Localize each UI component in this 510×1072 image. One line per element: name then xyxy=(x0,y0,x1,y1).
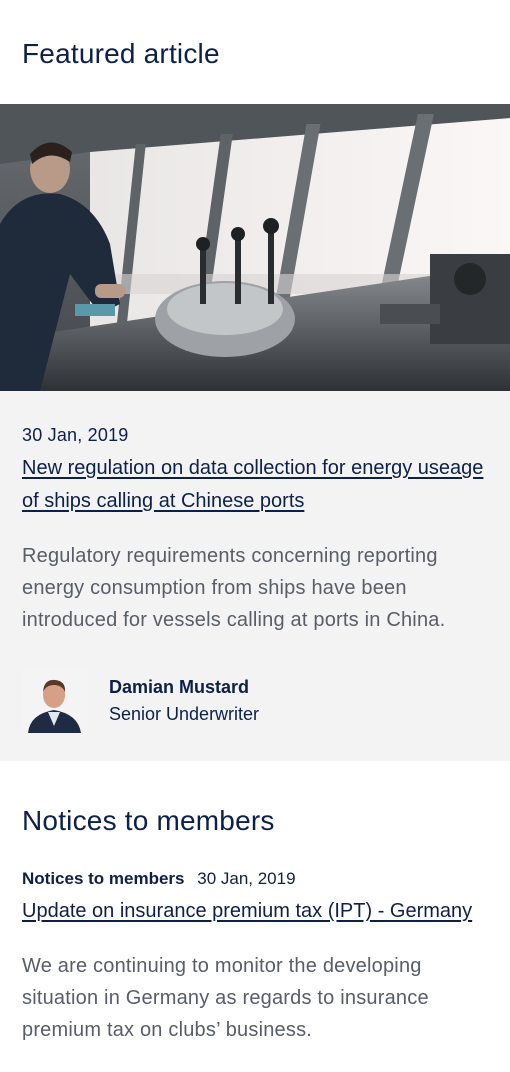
notice-date: 30 Jan, 2019 xyxy=(197,869,296,888)
ship-bridge-photo xyxy=(0,104,510,391)
section-title-featured: Featured article xyxy=(22,38,220,69)
author-avatar[interactable] xyxy=(22,668,87,733)
author-name: Damian Mustard xyxy=(109,676,250,697)
featured-section-header: Featured article xyxy=(0,0,510,104)
notice-excerpt: We are continuing to monitor the develop… xyxy=(22,955,429,1041)
featured-hero-image[interactable] xyxy=(0,104,510,391)
author-block: Damian Mustard Senior Underwriter xyxy=(22,668,488,733)
notice-meta: Notices to members 30 Jan, 2019 xyxy=(22,869,488,889)
featured-article-excerpt: Regulatory requirements concerning repor… xyxy=(22,545,446,631)
featured-article-card: 30 Jan, 2019 New regulation on data coll… xyxy=(0,391,510,761)
featured-article-link[interactable]: New regulation on data collection for en… xyxy=(22,452,488,518)
author-role: Senior Underwriter xyxy=(109,703,260,724)
notice-category[interactable]: Notices to members xyxy=(22,869,185,888)
notices-section: Notices to members Notices to members 30… xyxy=(0,761,510,1046)
notice-article-link[interactable]: Update on insurance premium tax (IPT) - … xyxy=(22,895,488,928)
article-date: 30 Jan, 2019 xyxy=(22,425,129,445)
section-title-notices: Notices to members xyxy=(22,805,275,836)
